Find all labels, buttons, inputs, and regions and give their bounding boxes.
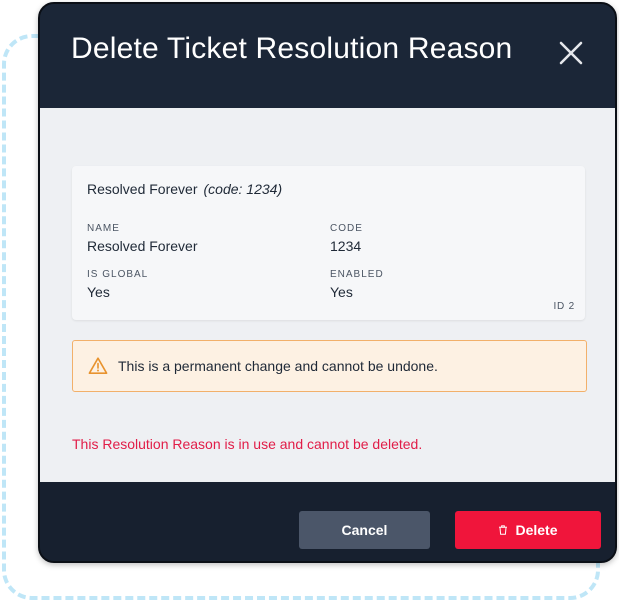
close-icon <box>559 41 583 65</box>
card-heading: Resolved Forever (code: 1234) <box>87 181 282 197</box>
cancel-button[interactable]: Cancel <box>299 511 430 549</box>
field-value-is-global: Yes <box>87 284 110 300</box>
card-heading-code: (code: 1234) <box>203 181 283 197</box>
warning-triangle-icon <box>88 357 108 374</box>
modal-footer: Cancel Delete <box>40 482 615 561</box>
error-message: This Resolution Reason is in use and can… <box>72 436 423 452</box>
cancel-button-label: Cancel <box>341 522 388 538</box>
field-label-enabled: ENABLED <box>330 269 384 280</box>
close-button[interactable] <box>556 38 586 68</box>
modal-body: Resolved Forever (code: 1234) NAME Resolv… <box>40 108 615 482</box>
warning-alert: This is a permanent change and cannot be… <box>72 340 587 392</box>
trash-icon <box>499 525 508 535</box>
field-value-enabled: Yes <box>330 284 353 300</box>
field-value-name: Resolved Forever <box>87 238 198 254</box>
resolution-reason-card: Resolved Forever (code: 1234) NAME Resolv… <box>72 166 585 320</box>
delete-button-label: Delete <box>515 522 558 538</box>
card-heading-name: Resolved Forever <box>87 181 198 197</box>
warning-text: This is a permanent change and cannot be… <box>118 358 438 374</box>
modal-header: Delete Ticket Resolution Reason <box>40 4 615 108</box>
modal-title: Delete Ticket Resolution Reason <box>71 32 513 65</box>
field-label-is-global: IS GLOBAL <box>87 269 149 280</box>
field-label-code: CODE <box>330 223 363 234</box>
delete-button[interactable]: Delete <box>455 511 601 549</box>
field-label-name: NAME <box>87 223 120 234</box>
delete-modal: Delete Ticket Resolution Reason Resolved… <box>38 2 617 563</box>
id-tag: ID 2 <box>553 301 575 312</box>
field-value-code: 1234 <box>330 238 362 254</box>
stage: Delete Ticket Resolution Reason Resolved… <box>0 0 619 605</box>
